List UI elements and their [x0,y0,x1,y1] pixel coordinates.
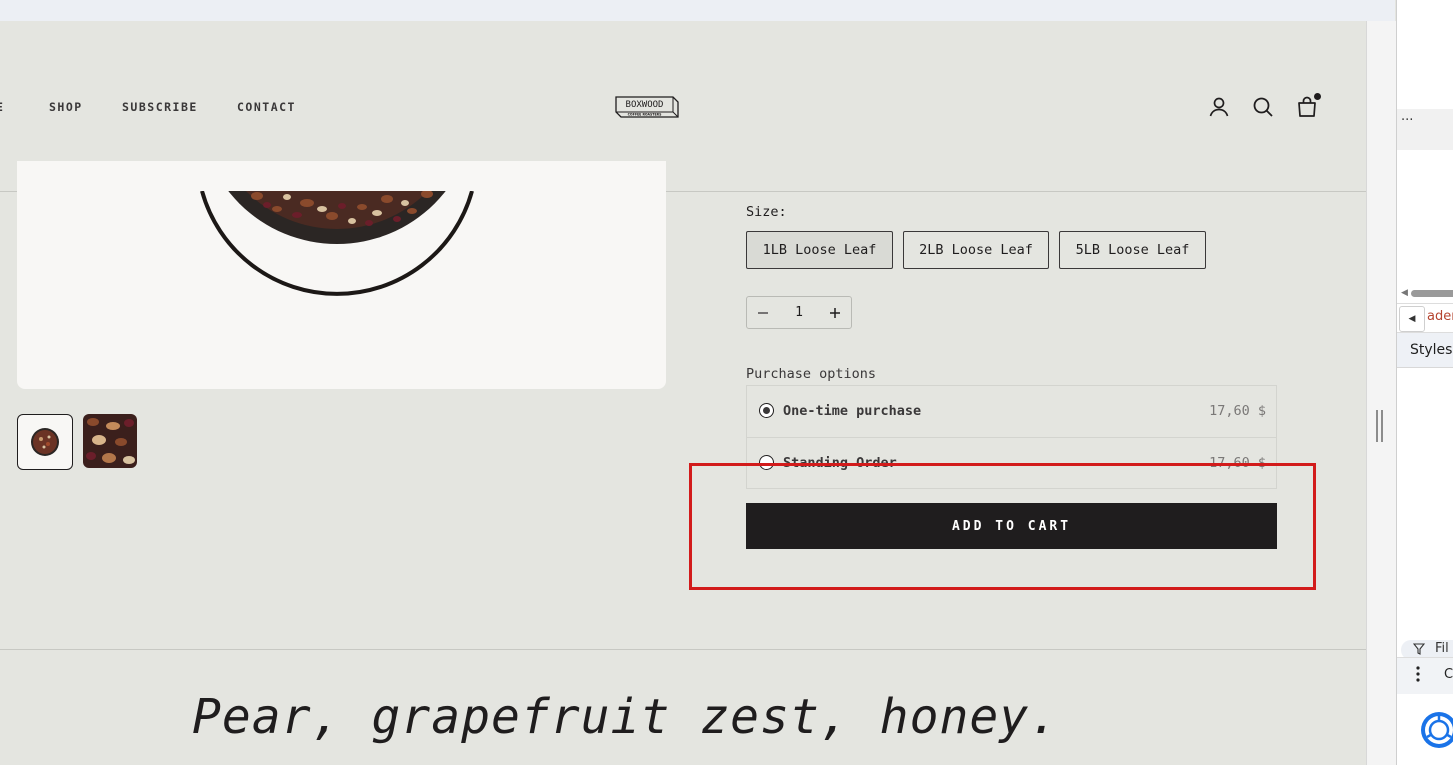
section-divider [0,649,1366,650]
more-icon[interactable]: ··· [1401,113,1413,128]
quantity-stepper: 1 [746,296,852,329]
browser-top-strip [0,0,1395,22]
option-one-time[interactable]: One-time purchase 17,60 $ [747,386,1276,438]
devtools-console-drawer: C [1397,657,1453,694]
devtools-horizontal-scrollbar[interactable]: ◀ [1401,286,1453,300]
quantity-input[interactable]: 1 [779,297,819,328]
option-label: Standing Order [783,455,897,471]
nav-link-subscribe[interactable]: SUBSCRIBE [122,100,198,114]
product-main-image [17,161,666,389]
devtools-resize-handle[interactable] [1376,410,1383,442]
scroll-left-icon[interactable]: ◀ [1401,288,1408,298]
breadcrumb-node[interactable]: ader [1427,309,1453,324]
devtools-breadcrumb: ◀ ader [1397,303,1453,333]
devtools-panel: ··· ◀ ◀ ader Styles Fil C [1396,0,1453,765]
account-icon[interactable] [1207,95,1231,119]
option-standing-order[interactable]: Standing Order 17,60 $ [747,438,1276,489]
size-label: Size: [746,204,787,220]
page-scrollbar[interactable] [1366,21,1396,765]
devtools-more-row[interactable]: ··· [1397,109,1453,150]
nav-link-contact[interactable]: CONTACT [237,100,296,114]
filter-placeholder: Fil [1435,641,1449,656]
size-option-5lb[interactable]: 5LB Loose Leaf [1059,231,1206,269]
purchase-options-label: Purchase options [746,366,877,382]
breadcrumb-back-icon[interactable]: ◀ [1399,306,1425,332]
nav-link-partial[interactable]: E [0,100,4,114]
option-price: 17,60 $ [1209,455,1266,471]
tab-styles[interactable]: Styles [1410,342,1452,358]
size-option-2lb[interactable]: 2LB Loose Leaf [903,231,1049,269]
devtools-tabs: Styles [1397,333,1453,368]
chrome-logo-icon [1419,710,1453,754]
size-option-1lb[interactable]: 1LB Loose Leaf [746,231,893,269]
boxwood-logo[interactable]: BOXWOOD COFFEE ROASTERS [615,95,679,119]
add-to-cart-button[interactable]: ADD TO CART [746,503,1277,549]
filter-icon [1413,643,1425,655]
thumbnail-2[interactable] [83,414,137,468]
option-price: 17,60 $ [1209,403,1266,419]
nav-link-shop[interactable]: SHOP [49,100,83,114]
radio-one-time[interactable] [759,403,774,418]
cart-count-dot [1314,93,1321,100]
storefront-page: E SHOP SUBSCRIBE CONTACT BOXWOOD COFFEE … [0,21,1366,765]
radio-standing-order[interactable] [759,455,774,470]
purchase-options: One-time purchase 17,60 $ Standing Order… [746,385,1277,489]
logo-text: BOXWOOD [626,100,664,110]
search-icon[interactable] [1251,95,1275,119]
tasting-notes-heading: Pear, grapefruit zest, honey. [192,689,1060,745]
kebab-menu-icon [1416,666,1420,682]
cart-icon[interactable] [1295,93,1321,119]
increase-quantity-button[interactable] [819,297,851,328]
logo-subtext: COFFEE ROASTERS [628,113,663,117]
option-label: One-time purchase [783,403,922,419]
console-tab[interactable]: C [1444,667,1453,682]
thumbnail-1[interactable] [17,414,73,470]
scrollbar-thumb[interactable] [1411,290,1453,297]
decrease-quantity-button[interactable] [747,297,779,328]
